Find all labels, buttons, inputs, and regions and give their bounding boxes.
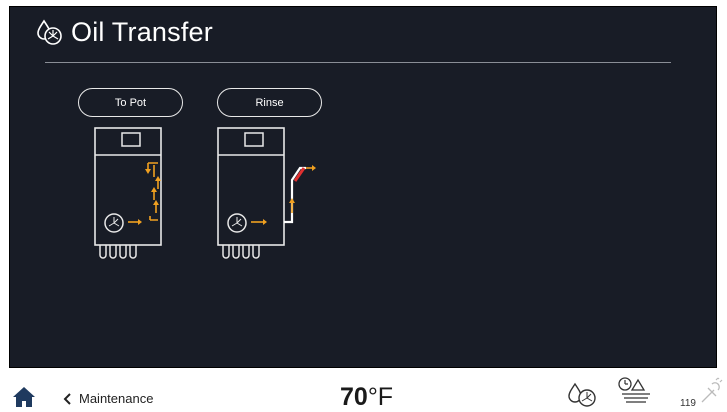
home-icon[interactable] (12, 386, 36, 408)
chevron-left-icon (63, 392, 71, 405)
oil-drop-fan-status-icon[interactable] (566, 382, 600, 408)
back-label: Maintenance (79, 391, 154, 406)
to-pot-button[interactable]: To Pot (78, 88, 183, 117)
oil-transfer-screen: Oil Transfer To Pot Rinse (9, 6, 717, 368)
temperature-value: 70 (340, 383, 368, 411)
rinse-flow-diagram (217, 127, 316, 259)
rinse-button[interactable]: Rinse (217, 88, 322, 117)
oil-drop-fan-icon (37, 19, 62, 45)
to-pot-flow-diagram (94, 127, 162, 259)
title-divider (45, 62, 671, 63)
status-count: 119 (680, 398, 696, 409)
page-title: Oil Transfer (71, 17, 213, 47)
timer-filter-status-icon[interactable] (616, 376, 676, 408)
shower-rinse-icon[interactable] (698, 376, 724, 406)
temperature-unit: °F (367, 383, 394, 411)
temperature-readout: 70°F (340, 383, 393, 412)
bottom-status-bar: Maintenance 70°F 119 (0, 372, 727, 412)
page-header: Oil Transfer (35, 17, 213, 48)
back-to-maintenance-button[interactable]: Maintenance (63, 391, 153, 406)
